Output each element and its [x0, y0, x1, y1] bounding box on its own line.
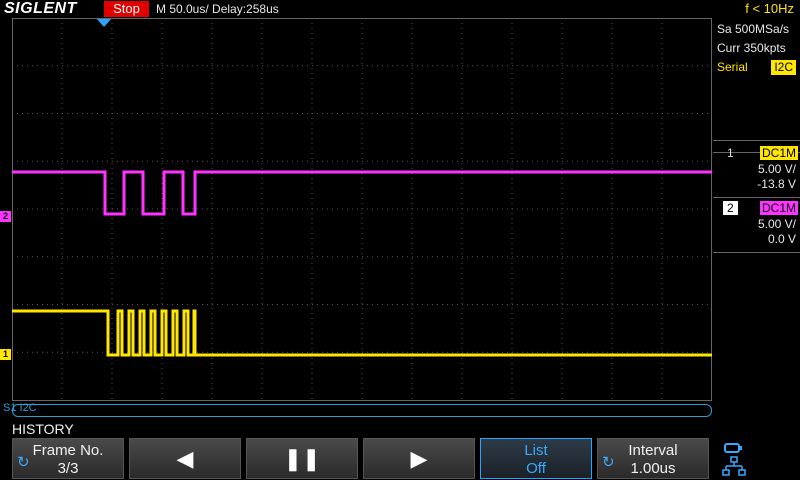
ch1-number: 1 [727, 146, 734, 160]
ch2-scale: 5.00 V/ [757, 217, 796, 231]
ch2-number: 2 [723, 201, 738, 215]
ch2-coupling: DC1M [759, 201, 798, 215]
softkey-menu: ↻ Frame No. 3/3 ◀ ❚❚ ▶ List Off ↻ Interv… [0, 438, 800, 480]
serial-protocol-badge: I2C [771, 60, 796, 75]
ch2-info[interactable]: 2 DC1M 5.00 V/ 0.0 V [713, 196, 800, 253]
ch1-marker[interactable]: 1 [0, 349, 11, 360]
waveform-display[interactable] [12, 18, 712, 420]
frame-value: 3/3 [57, 460, 79, 477]
usb-storage-icon [724, 443, 740, 453]
ch1-coupling: DC1M [759, 146, 798, 160]
ch2-offset: 0.0 V [767, 232, 796, 246]
list-toggle-button[interactable]: List Off [480, 438, 592, 479]
serial-decode-box[interactable]: Serial I2C [713, 58, 800, 153]
sample-rate: Sa 500MSa/s [717, 22, 790, 36]
status-bar: SIGLENT Stop M 50.0us/ Delay:258us f < 1… [0, 0, 800, 18]
memory-depth: Curr 350kpts [717, 41, 786, 55]
brand-logo: SIGLENT [4, 0, 77, 17]
interval-button[interactable]: ↻ Interval 1.00us [597, 438, 709, 479]
list-label: List [524, 442, 548, 459]
pause-icon: ❚❚ [283, 446, 321, 471]
list-value: Off [526, 460, 546, 477]
previous-frame-button[interactable]: ◀ [129, 438, 241, 479]
ch1-offset: -13.8 V [757, 177, 796, 191]
interval-value: 1.00us [630, 460, 676, 477]
system-status-icons [722, 443, 746, 476]
network-icon [722, 456, 746, 476]
graticule [12, 18, 712, 401]
ch1-info[interactable]: 1 DC1M 5.00 V/ -13.8 V [713, 140, 800, 198]
frame-number-button[interactable]: ↻ Frame No. 3/3 [12, 438, 124, 479]
frame-label: Frame No. [32, 442, 104, 459]
next-icon: ▶ [410, 446, 428, 471]
timebase-readout: M 50.0us/ Delay:258us [156, 2, 279, 16]
serial-decode-bar [12, 404, 712, 417]
frequency-counter: f < 10Hz [745, 1, 794, 16]
info-panel: Sa 500MSa/s Curr 350kpts Serial I2C 1 DC… [713, 18, 800, 420]
next-frame-button[interactable]: ▶ [363, 438, 475, 479]
prev-icon: ◀ [176, 446, 194, 471]
menu-title: HISTORY [12, 421, 74, 437]
ch1-scale: 5.00 V/ [757, 162, 796, 176]
run-status-badge[interactable]: Stop [104, 1, 149, 17]
pause-button[interactable]: ❚❚ [246, 438, 358, 479]
ch2-marker[interactable]: 2 [0, 211, 11, 222]
serial-label: Serial [717, 60, 748, 74]
interval-label: Interval [628, 442, 678, 459]
